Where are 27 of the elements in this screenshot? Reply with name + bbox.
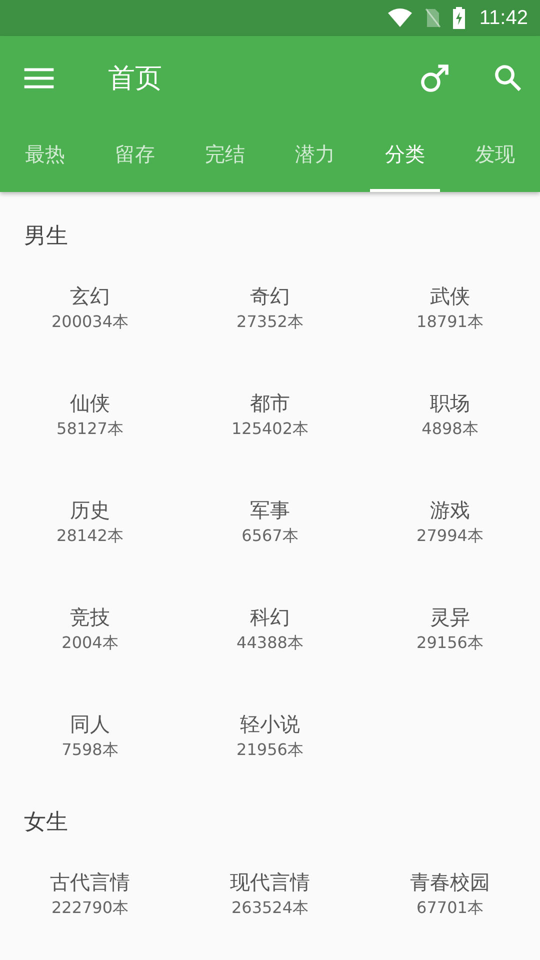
- category-item[interactable]: 竞技 2004本: [0, 584, 180, 691]
- category-item[interactable]: 轻小说 21956本: [180, 691, 360, 798]
- category-item[interactable]: 青春校园 67701本: [360, 849, 540, 956]
- category-item[interactable]: 职场 4898本: [360, 370, 540, 477]
- menu-icon: [24, 67, 54, 89]
- male-symbol-icon: [420, 63, 450, 93]
- section-heading: 男生: [23, 223, 69, 251]
- search-icon: [494, 64, 522, 92]
- category-item[interactable]: 仙侠 58127本: [0, 370, 180, 477]
- screen-title: 首页: [108, 62, 163, 96]
- category-item[interactable]: 古代言情 222790本: [0, 849, 180, 956]
- battery-charging-icon: [453, 7, 466, 29]
- category-item[interactable]: 科幻 44388本: [180, 584, 360, 691]
- wifi-icon: [387, 8, 414, 28]
- category-item[interactable]: 历史 28142本: [0, 477, 180, 584]
- category-item[interactable]: 军事 6567本: [180, 477, 360, 584]
- category-item[interactable]: 武侠 18791本: [360, 263, 540, 370]
- status-time: 11:42: [479, 6, 528, 30]
- category-item[interactable]: 奇幻 27352本: [180, 263, 360, 370]
- category-item[interactable]: 同人 7598本: [0, 691, 180, 798]
- section-heading: 女生: [23, 809, 69, 837]
- category-item[interactable]: 玄幻 200034本: [0, 263, 180, 370]
- category-item[interactable]: 灵异 29156本: [360, 584, 540, 691]
- category-item[interactable]: 游戏 27994本: [360, 477, 540, 584]
- category-item[interactable]: 都市 125402本: [180, 370, 360, 477]
- no-sim-icon: [425, 8, 442, 28]
- category-item[interactable]: 现代言情 263524本: [180, 849, 360, 956]
